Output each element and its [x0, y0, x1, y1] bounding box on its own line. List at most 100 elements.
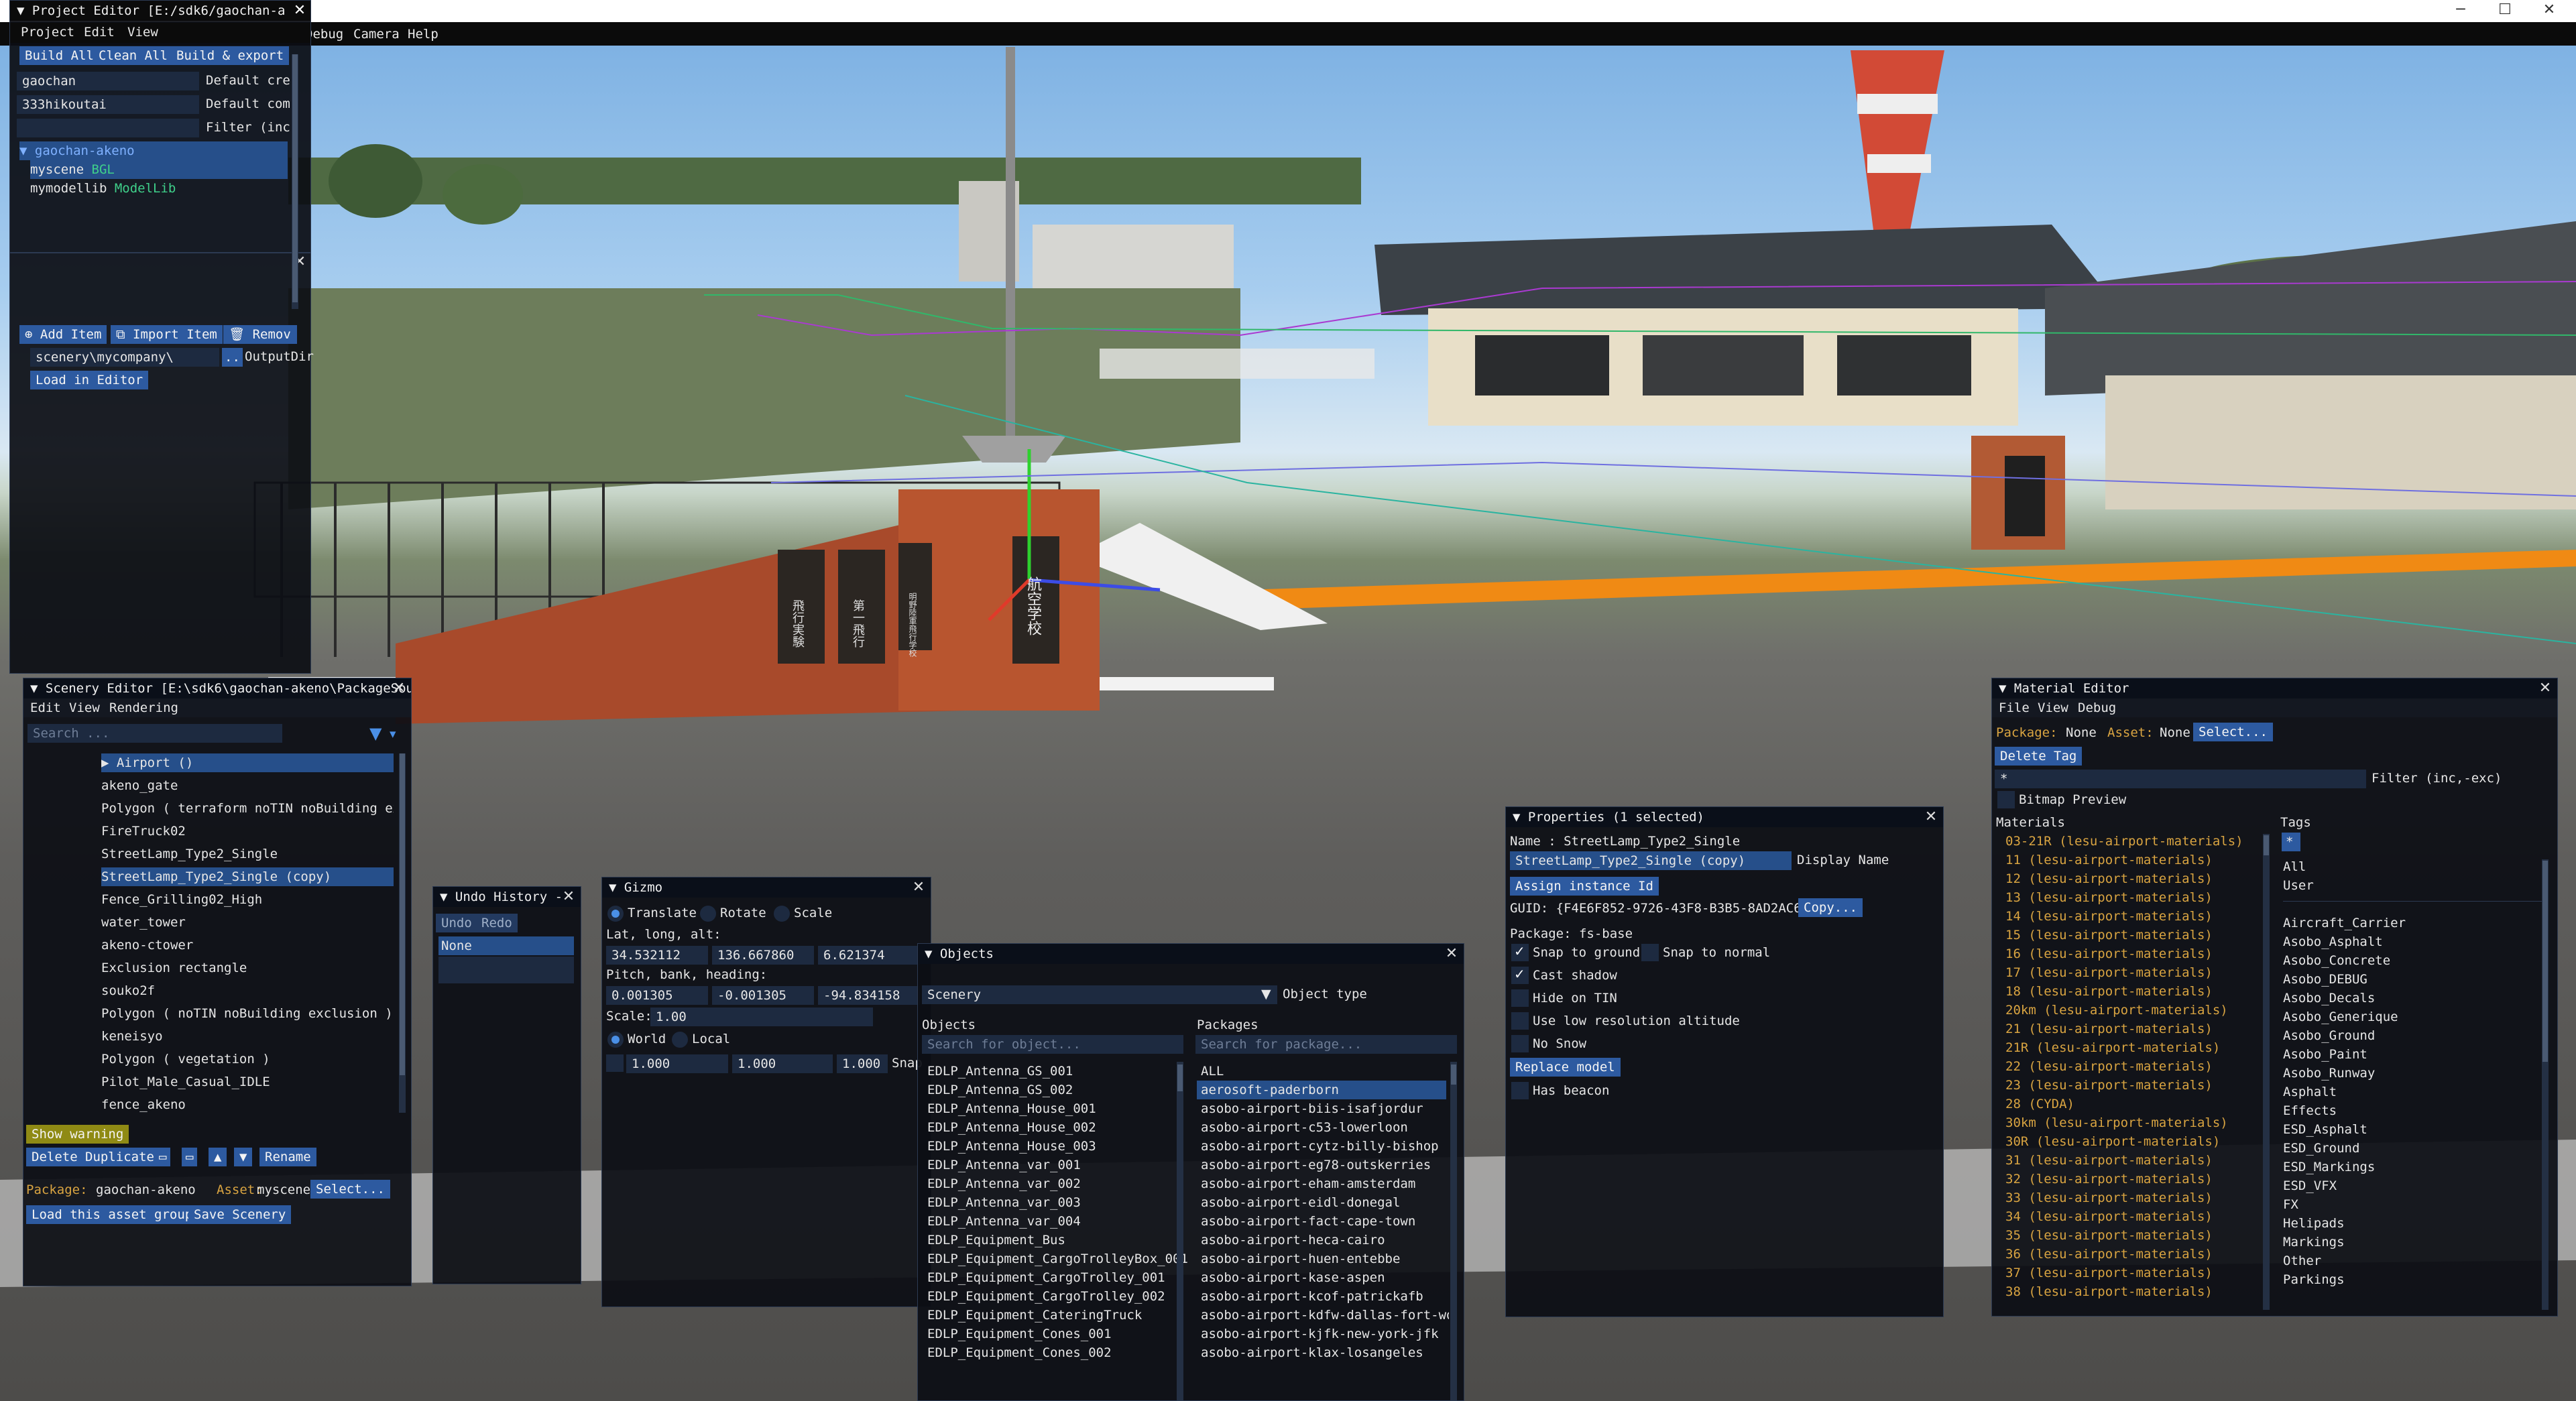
cast-shadow-checkbox[interactable] — [1511, 966, 1529, 984]
list-item[interactable]: asobo-airport-kjfk-new-york-jfk — [1201, 1325, 1439, 1343]
list-item[interactable]: Polygon ( vegetation ) — [101, 1050, 270, 1069]
list-item[interactable]: ALL — [1201, 1062, 1224, 1081]
list-item[interactable]: asobo-airport-kase-aspen — [1201, 1268, 1385, 1287]
add-item-button[interactable]: ⊕ Add Item — [19, 325, 107, 344]
list-item[interactable]: asobo-airport-kcof-patrickafb — [1201, 1287, 1423, 1306]
delete-button[interactable]: Delete — [1995, 747, 2052, 766]
list-item[interactable]: aerosoft-paderborn — [1197, 1081, 1446, 1099]
menu-view[interactable]: View — [69, 700, 100, 715]
select-asset-button[interactable]: Select... — [2193, 723, 2273, 741]
package-search-input[interactable]: Search for package... — [1195, 1035, 1457, 1054]
snap-z-input[interactable]: 1.000 — [837, 1054, 888, 1073]
list-item[interactable]: 15 (lesu-airport-materials) — [2005, 928, 2213, 942]
list-item[interactable]: 31 (lesu-airport-materials) — [2005, 1153, 2213, 1168]
list-item[interactable]: 34 (lesu-airport-materials) — [2005, 1209, 2213, 1224]
snap-y-input[interactable]: 1.000 — [732, 1054, 833, 1073]
list-item[interactable]: EDLP_Antenna_House_002 — [927, 1118, 1096, 1137]
list-item[interactable]: Pilot_Male_Casual_IDLE — [101, 1073, 270, 1091]
list-item[interactable]: 28 (CYDA) — [2005, 1097, 2074, 1111]
list-item[interactable]: 12 (lesu-airport-materials) — [2005, 871, 2213, 886]
list-item[interactable]: Asobo_Ground — [2283, 1028, 2375, 1043]
duplicate-button[interactable]: Duplicate — [80, 1148, 160, 1166]
folder-open-icon[interactable]: ▭ — [182, 1148, 198, 1166]
arrow-down-icon[interactable]: ▼ — [234, 1148, 253, 1166]
snap-x-input[interactable]: 1.000 — [626, 1054, 728, 1073]
menu-edit[interactable]: Edit — [30, 700, 61, 715]
list-item[interactable]: User — [2283, 878, 2314, 893]
list-item[interactable]: asobo-airport-eham-amsterdam — [1201, 1174, 1415, 1193]
menu-camera[interactable]: Camera — [353, 27, 400, 42]
list-item[interactable]: EDLP_Antenna_var_001 — [927, 1156, 1081, 1174]
list-item[interactable]: EDLP_Equipment_CargoTrolley_001 — [927, 1268, 1165, 1287]
list-item[interactable]: 23 (lesu-airport-materials) — [2005, 1078, 2213, 1093]
close-icon[interactable]: ✕ — [2529, 0, 2569, 22]
snap-checkbox[interactable] — [606, 1054, 624, 1072]
list-item[interactable]: StreetLamp_Type2_Single — [101, 845, 278, 863]
list-item[interactable]: Polygon ( noTIN noBuilding exclusion ) — [101, 1004, 393, 1023]
scale-input[interactable]: 1.00 — [650, 1008, 873, 1026]
list-item[interactable]: Asphalt — [2283, 1085, 2337, 1099]
display-name-input[interactable]: StreetLamp_Type2_Single (copy) — [1510, 851, 1792, 870]
load-in-editor-button[interactable]: Load in Editor — [30, 371, 149, 389]
list-item[interactable]: asobo-airport-eg78-outskerries — [1201, 1156, 1431, 1174]
remove-button[interactable]: 🗑 Remov — [223, 325, 297, 344]
list-item[interactable]: 16 (lesu-airport-materials) — [2005, 947, 2213, 961]
delete-button[interactable]: Delete — [26, 1148, 83, 1166]
tree-item-mymodellib[interactable]: mymodellib ModelLib — [30, 179, 176, 198]
list-item[interactable]: asobo-airport-eidl-donegal — [1201, 1193, 1400, 1212]
list-item[interactable]: Exclusion rectangle — [101, 959, 247, 977]
load-asset-group-button[interactable]: Load this asset group — [26, 1205, 198, 1224]
list-item[interactable]: EDLP_Antenna_House_001 — [927, 1099, 1096, 1118]
undo-button[interactable]: Undo — [436, 914, 477, 932]
list-item[interactable]: Other — [2283, 1254, 2321, 1268]
list-item[interactable]: ESD_VFX — [2283, 1178, 2337, 1193]
menu-edit[interactable]: Edit — [84, 25, 115, 40]
hide-on-tin-checkbox[interactable] — [1511, 989, 1529, 1007]
list-item[interactable]: 18 (lesu-airport-materials) — [2005, 984, 2213, 999]
history-entry[interactable]: None — [438, 936, 574, 955]
chevron-down-icon[interactable]: ▾ — [390, 727, 396, 741]
list-item[interactable]: 22 (lesu-airport-materials) — [2005, 1059, 2213, 1074]
show-warning-button[interactable]: Show warning — [26, 1125, 129, 1144]
copy-guid-button[interactable]: Copy... — [1798, 898, 1863, 917]
chevron-down-icon[interactable]: ▼ — [1261, 987, 1271, 1001]
build-all-button[interactable]: Build All — [19, 46, 99, 65]
undo-history-title[interactable]: ▼ Undo History - — [433, 887, 581, 907]
list-item[interactable]: Markings — [2283, 1235, 2345, 1250]
menu-project[interactable]: Project — [21, 25, 74, 40]
list-item[interactable]: EDLP_Antenna_House_003 — [927, 1137, 1096, 1156]
scrollbar[interactable] — [292, 54, 298, 309]
list-item[interactable]: 35 (lesu-airport-materials) — [2005, 1228, 2213, 1243]
list-item[interactable]: ESD_Ground — [2283, 1141, 2359, 1156]
list-item[interactable]: Asobo_Runway — [2283, 1066, 2375, 1081]
select-asset-button[interactable]: Select... — [310, 1180, 390, 1199]
list-item[interactable]: EDLP_Equipment_CargoTrolleyBox_001 — [927, 1250, 1188, 1268]
scale-radio[interactable] — [774, 906, 790, 922]
rename-button[interactable]: Rename — [259, 1148, 316, 1166]
list-item[interactable]: asobo-airport-kdfw-dallas-fort-wor — [1201, 1306, 1449, 1325]
list-item[interactable]: EDLP_Equipment_Cones_001 — [927, 1325, 1112, 1343]
list-item[interactable]: 13 (lesu-airport-materials) — [2005, 890, 2213, 905]
heading-input[interactable]: -94.834158 — [818, 986, 920, 1005]
object-search-input[interactable]: Search for object... — [922, 1035, 1183, 1054]
list-item[interactable]: 36 (lesu-airport-materials) — [2005, 1247, 2213, 1262]
scrollbar[interactable] — [1177, 1062, 1183, 1400]
list-item[interactable]: EDLP_Equipment_CargoTrolley_002 — [927, 1287, 1165, 1306]
has-beacon-checkbox[interactable] — [1511, 1082, 1529, 1099]
close-icon[interactable]: ✕ — [561, 887, 577, 907]
assign-instance-id-button[interactable]: Assign instance Id — [1510, 877, 1659, 896]
list-item[interactable]: Helipads — [2283, 1216, 2345, 1231]
list-item[interactable]: asobo-airport-c53-lowerloon — [1201, 1118, 1408, 1137]
list-item[interactable]: 32 (lesu-airport-materials) — [2005, 1172, 2213, 1186]
list-item[interactable]: 21 (lesu-airport-materials) — [2005, 1022, 2213, 1036]
filter-icon[interactable]: ▼ — [369, 724, 382, 743]
list-item[interactable]: All — [2283, 859, 2306, 874]
tree-root-gaochan-akeno[interactable]: ▼ gaochan-akeno — [19, 141, 288, 160]
menu-help[interactable]: Help — [408, 27, 438, 42]
list-item[interactable]: 33 (lesu-airport-materials) — [2005, 1191, 2213, 1205]
object-type-select[interactable]: Scenery — [922, 985, 1277, 1004]
list-item[interactable]: EDLP_Antenna_var_003 — [927, 1193, 1081, 1212]
latitude-input[interactable]: 34.532112 — [606, 946, 708, 965]
scenery-editor-title[interactable]: ▼ Scenery Editor [E:\sdk6\gaochan-akeno\… — [23, 678, 411, 698]
material-editor-title[interactable]: ▼ Material Editor — [1992, 678, 2557, 698]
